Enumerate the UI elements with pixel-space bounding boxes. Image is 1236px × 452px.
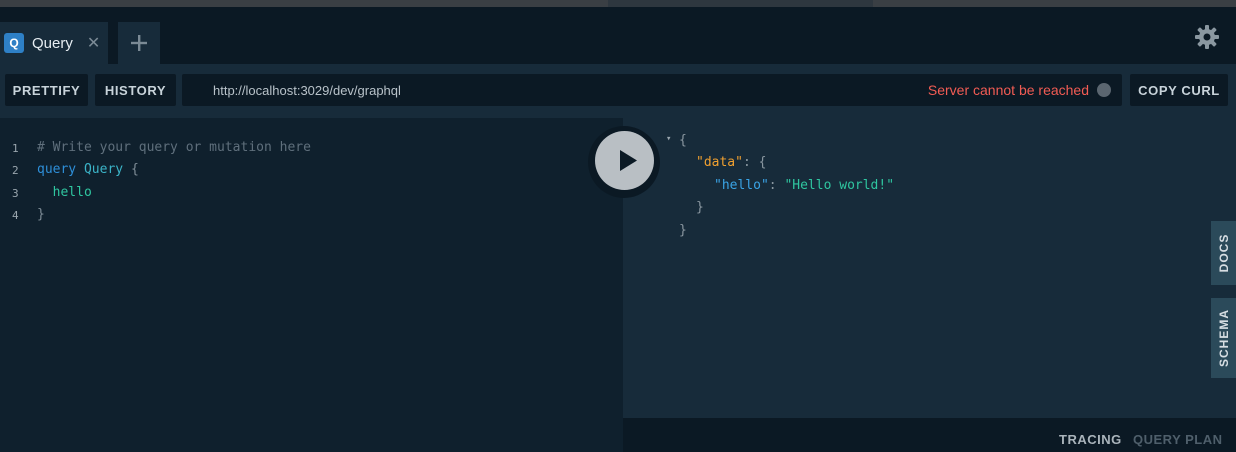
server-status: Server cannot be reached xyxy=(927,82,1089,98)
code-operation-name: Query xyxy=(83,162,124,177)
query-plan-button[interactable]: QUERY PLAN xyxy=(1133,432,1223,447)
editor-line: 4 } xyxy=(0,207,623,229)
json-value-hello: "Hello world!" xyxy=(784,178,895,193)
json-close-brace: } xyxy=(679,223,687,238)
editor-line: 3 hello xyxy=(0,185,623,207)
endpoint-input[interactable]: http://localhost:3029/dev/graphql Server… xyxy=(182,74,1122,106)
toolbar: PRETTIFY HISTORY http://localhost:3029/d… xyxy=(0,64,1236,118)
code-brace: { xyxy=(130,162,139,177)
tracing-button[interactable]: TRACING xyxy=(1059,432,1122,447)
json-inner-open: { xyxy=(758,155,767,170)
status-indicator xyxy=(1097,83,1111,97)
json-colon: : xyxy=(768,178,777,193)
line-number: 4 xyxy=(12,209,19,222)
gear-icon[interactable] xyxy=(1193,23,1221,51)
query-editor[interactable]: 1 # Write your query or mutation here 2 … xyxy=(0,118,623,452)
code-keyword: query xyxy=(37,162,77,177)
code-brace: } xyxy=(37,207,45,222)
schema-tab-label: SCHEMA xyxy=(1216,308,1231,368)
tab-query-badge: Q xyxy=(4,33,24,53)
history-button[interactable]: HISTORY xyxy=(95,74,176,106)
result-panel: ▾ { "data": { "hello": "Hello world!" } … xyxy=(623,118,1236,418)
schema-tab[interactable]: SCHEMA xyxy=(1211,298,1236,378)
json-open-brace: { xyxy=(679,133,687,148)
code-comment: # Write your query or mutation here xyxy=(37,140,311,155)
code-field: hello xyxy=(52,185,92,200)
json-inner-close: } xyxy=(696,200,704,215)
editor-line: 2 query Query { xyxy=(0,162,623,184)
new-tab-button[interactable] xyxy=(118,22,160,64)
result-footer: TRACING QUERY PLAN xyxy=(623,418,1236,452)
plus-icon xyxy=(131,35,147,51)
line-number: 2 xyxy=(12,164,19,177)
tab-bar: Q Query ✕ xyxy=(0,7,1236,64)
prettify-button[interactable]: PRETTIFY xyxy=(5,74,88,106)
close-icon[interactable]: ✕ xyxy=(87,33,100,53)
copy-curl-button[interactable]: COPY CURL xyxy=(1130,74,1228,106)
json-key-data: "data" xyxy=(696,155,743,170)
play-icon xyxy=(620,150,637,171)
line-number: 1 xyxy=(12,142,19,155)
tab-query[interactable]: Q Query ✕ xyxy=(0,22,108,64)
json-colon: : xyxy=(742,155,751,170)
docs-tab-label: DOCS xyxy=(1216,233,1231,273)
endpoint-url: http://localhost:3029/dev/graphql xyxy=(213,83,401,98)
json-key-hello: "hello" xyxy=(714,178,769,193)
execute-query-button[interactable] xyxy=(595,131,654,190)
execute-button-ring xyxy=(588,126,660,198)
line-number: 3 xyxy=(12,187,19,200)
fold-icon[interactable]: ▾ xyxy=(666,134,671,144)
editor-line: 1 # Write your query or mutation here xyxy=(0,140,623,162)
docs-tab[interactable]: DOCS xyxy=(1211,221,1236,285)
tab-query-label: Query xyxy=(32,34,73,52)
